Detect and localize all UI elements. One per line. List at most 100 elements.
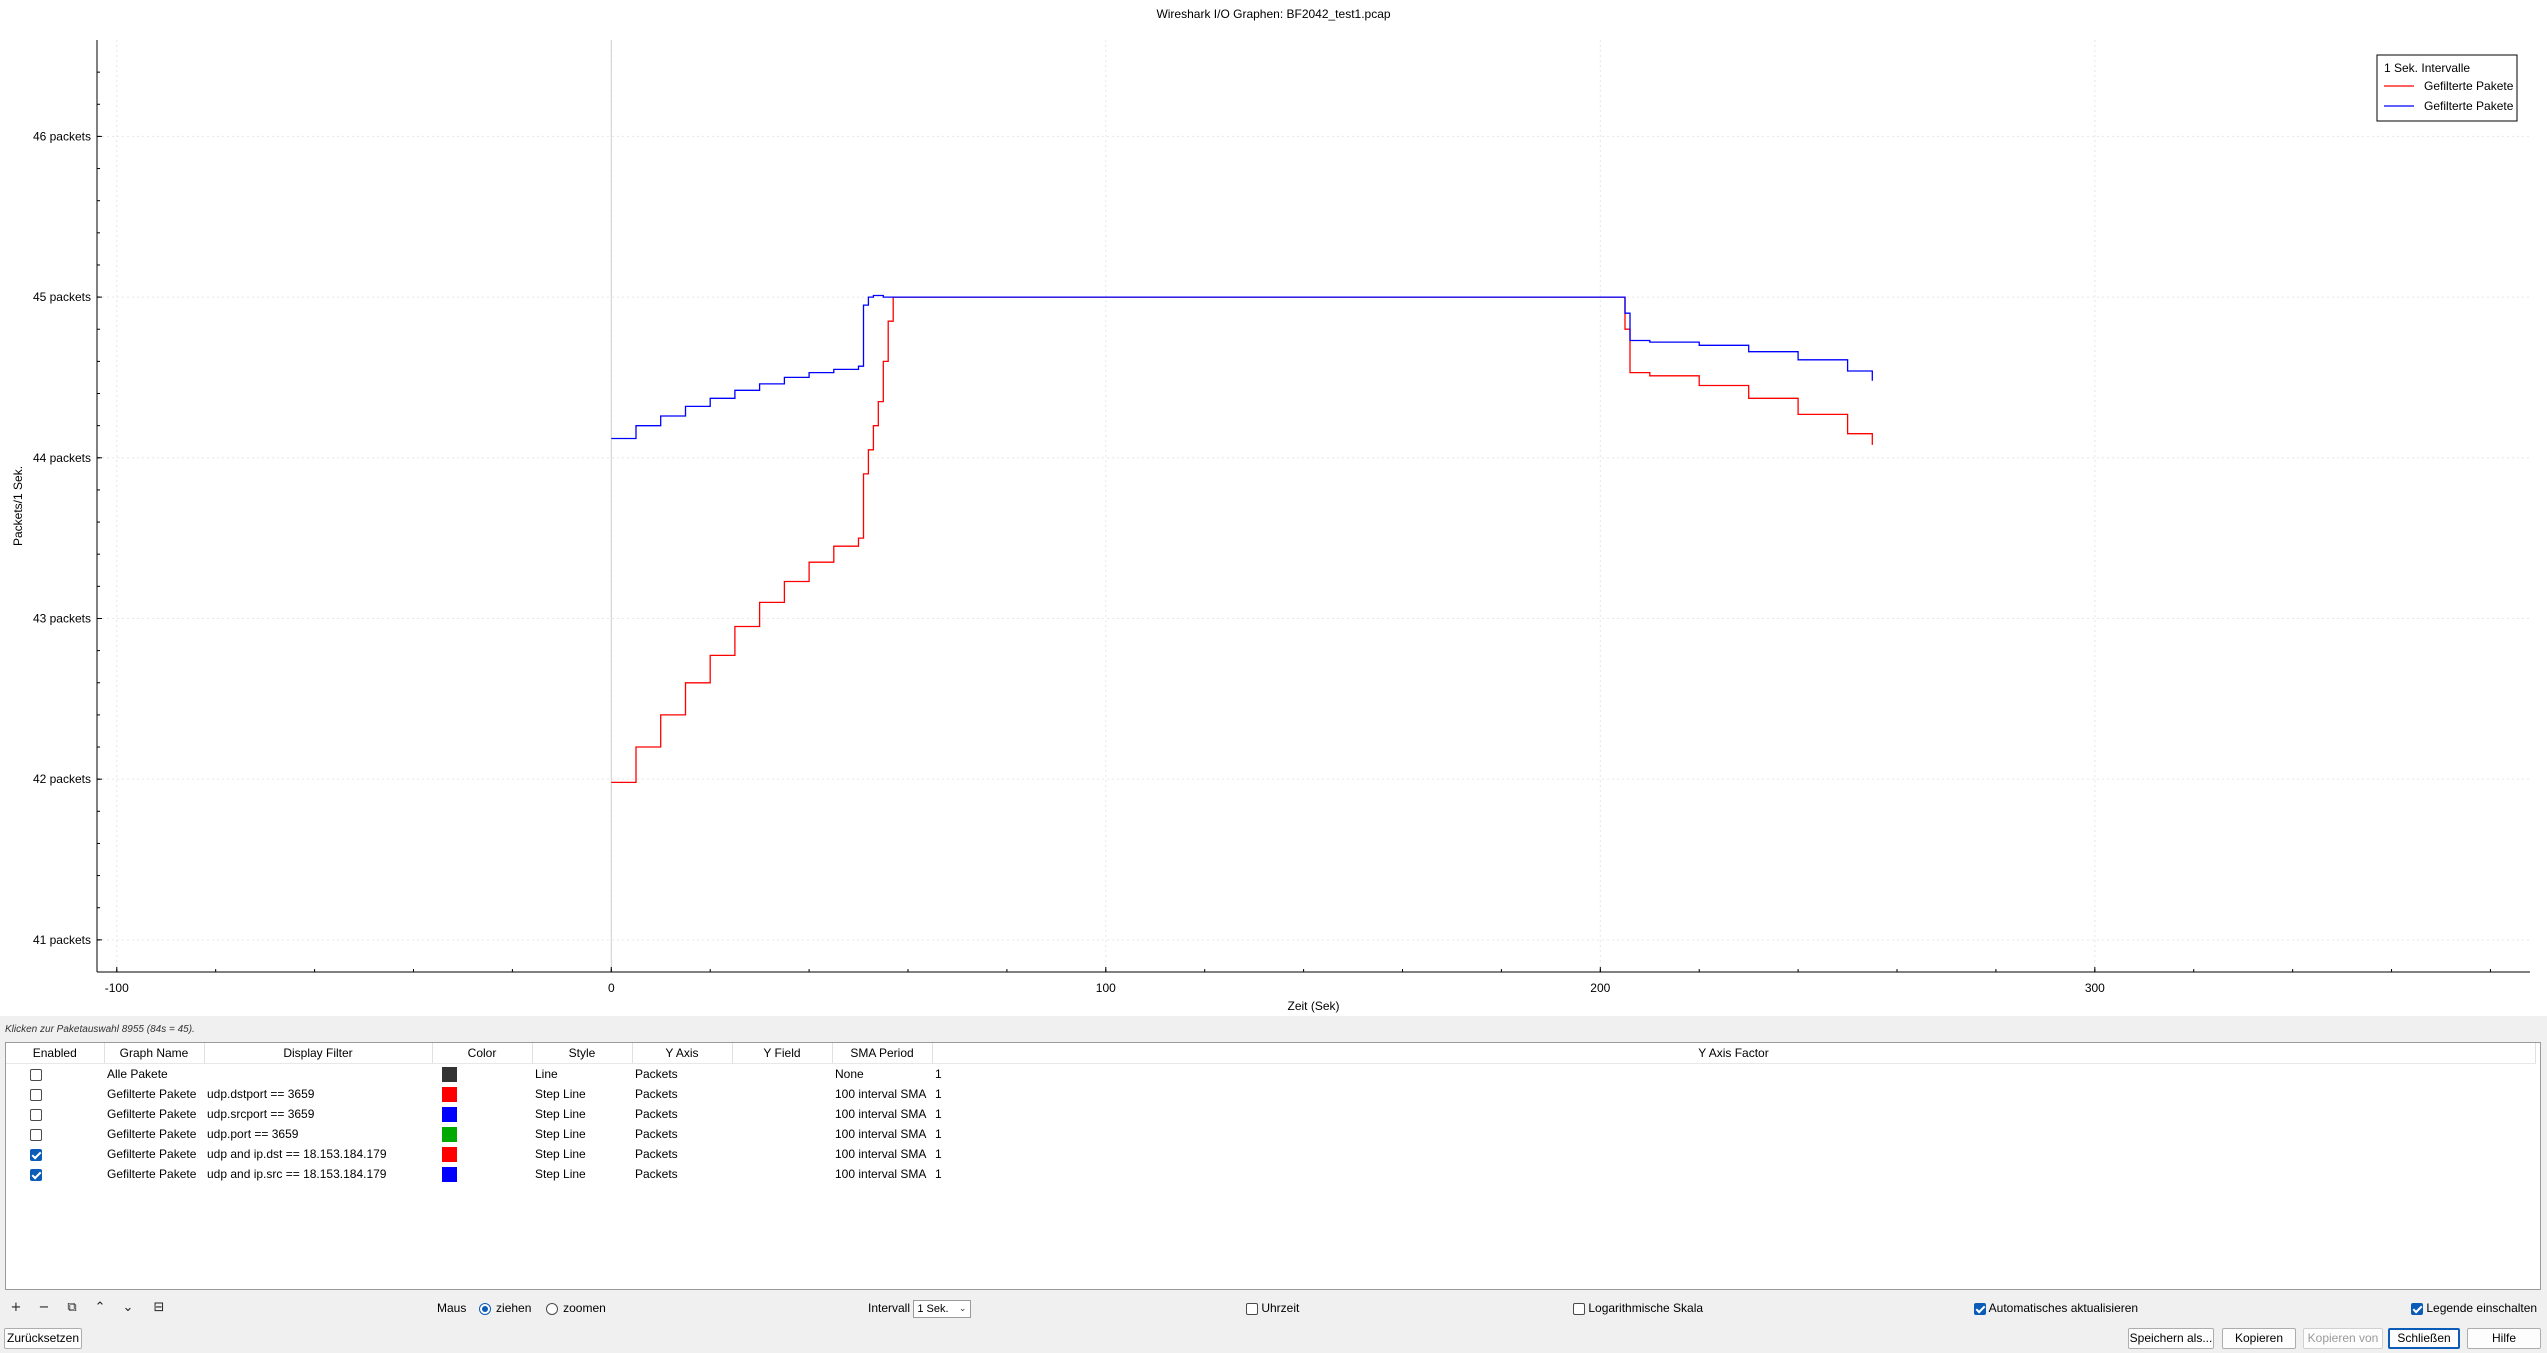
move-down-button[interactable]: ⌄ <box>117 1298 139 1318</box>
auto-update-checkbox[interactable] <box>1974 1302 1986 1315</box>
sma-period-cell[interactable]: 100 interval SMA <box>832 1164 932 1184</box>
x-tick-label: 100 <box>1096 981 1116 995</box>
save-as-button[interactable]: Speichern als... <box>2128 1328 2214 1349</box>
y-axis-cell[interactable]: Packets <box>632 1104 732 1124</box>
table-row[interactable]: Gefilterte Pakete udp.port == 3659 Step Li… <box>6 1124 2535 1144</box>
table-row[interactable]: Gefilterte Pakete udp and ip.src == 18.15… <box>6 1164 2535 1184</box>
move-up-button[interactable]: ⌃ <box>89 1298 111 1318</box>
style-cell[interactable]: Step Line <box>532 1124 632 1144</box>
y-field-cell[interactable] <box>732 1164 832 1184</box>
log-scale-checkbox[interactable] <box>1573 1302 1585 1315</box>
y-axis-cell[interactable]: Packets <box>632 1064 732 1085</box>
y-axis-cell[interactable]: Packets <box>632 1144 732 1164</box>
graph-name-cell[interactable]: Gefilterte Pakete <box>104 1124 204 1144</box>
y-axis-cell[interactable]: Packets <box>632 1124 732 1144</box>
table-row[interactable]: Gefilterte Pakete udp.srcport == 3659 Step… <box>6 1104 2535 1124</box>
sma-period-cell[interactable]: None <box>832 1064 932 1085</box>
copy-graph-button[interactable]: ⧉ <box>61 1298 83 1318</box>
enabled-checkbox[interactable] <box>30 1108 42 1121</box>
column-header-y-axis[interactable]: Y Axis <box>632 1043 733 1064</box>
table-row[interactable]: Gefilterte Pakete udp.dstport == 3659 Step… <box>6 1084 2535 1104</box>
copy-button[interactable]: Kopieren <box>2222 1328 2296 1349</box>
enabled-checkbox[interactable] <box>30 1068 42 1081</box>
y-field-cell[interactable] <box>732 1064 832 1085</box>
style-cell[interactable]: Step Line <box>532 1164 632 1184</box>
column-header-enabled[interactable]: Enabled <box>6 1043 105 1064</box>
drag-radio[interactable] <box>479 1302 492 1315</box>
y-axis-factor-cell[interactable]: 1 <box>932 1084 2535 1104</box>
legend-title: 1 Sek. Intervalle <box>2384 61 2470 75</box>
y-axis-factor-cell[interactable]: 1 <box>932 1144 2535 1164</box>
sma-period-cell[interactable]: 100 interval SMA <box>832 1124 932 1144</box>
auto-update-label: Automatisches aktualisieren <box>1988 1301 2139 1315</box>
display-filter-cell[interactable]: udp and ip.src == 18.153.184.179 <box>204 1164 432 1184</box>
display-filter-cell[interactable]: udp and ip.dst == 18.153.184.179 <box>204 1144 432 1164</box>
series-line <box>611 296 1873 784</box>
style-cell[interactable]: Step Line <box>532 1104 632 1124</box>
time-of-day-label: Uhrzeit <box>1261 1301 1300 1315</box>
legend-checkbox[interactable] <box>2411 1302 2423 1315</box>
help-button[interactable]: Hilfe <box>2467 1328 2541 1349</box>
enabled-checkbox[interactable] <box>30 1148 42 1161</box>
minus-icon: − <box>38 1300 50 1315</box>
io-graph-plot[interactable]: 41 packets 42 packets 43 packets 44 packets… <box>0 28 2547 1016</box>
y-axis-factor-cell[interactable]: 1 <box>932 1164 2535 1184</box>
table-row[interactable]: Alle Pakete Line Packets None 1 <box>6 1064 2535 1085</box>
column-header-color[interactable]: Color <box>432 1043 533 1064</box>
add-graph-button[interactable]: + <box>5 1298 27 1318</box>
x-tick-label: -100 <box>105 981 129 995</box>
io-graph-chart[interactable]: 41 packets 42 packets 43 packets 44 packets… <box>0 28 2547 1016</box>
y-axis-cell[interactable]: Packets <box>632 1084 732 1104</box>
color-swatch[interactable] <box>442 1066 457 1082</box>
remove-graph-button[interactable]: − <box>33 1298 55 1318</box>
y-axis-factor-cell[interactable]: 1 <box>932 1064 2535 1085</box>
graph-name-cell[interactable]: Gefilterte Pakete <box>104 1164 204 1184</box>
display-filter-cell[interactable]: udp.srcport == 3659 <box>204 1104 432 1124</box>
column-header-display-filter[interactable]: Display Filter <box>204 1043 433 1064</box>
column-header-graph-name[interactable]: Graph Name <box>104 1043 205 1064</box>
color-swatch[interactable] <box>442 1106 457 1122</box>
table-row[interactable]: Gefilterte Pakete udp and ip.dst == 18.15… <box>6 1144 2535 1164</box>
clear-icon: ⊟ <box>153 1300 165 1315</box>
sma-period-cell[interactable]: 100 interval SMA <box>832 1144 932 1164</box>
column-header-style[interactable]: Style <box>532 1043 633 1064</box>
display-filter-cell[interactable]: udp.port == 3659 <box>204 1124 432 1144</box>
graph-name-cell[interactable]: Gefilterte Pakete <box>104 1084 204 1104</box>
color-swatch[interactable] <box>442 1166 457 1182</box>
y-field-cell[interactable] <box>732 1124 832 1144</box>
y-field-cell[interactable] <box>732 1144 832 1164</box>
graph-name-cell[interactable]: Gefilterte Pakete <box>104 1104 204 1124</box>
display-filter-cell[interactable] <box>204 1064 432 1085</box>
enabled-checkbox[interactable] <box>30 1088 42 1101</box>
sma-period-cell[interactable]: 100 interval SMA <box>832 1084 932 1104</box>
graph-toolbar: + − ⧉ ⌃ ⌄ ⊟ Maus ziehen zoomen Intervall… <box>0 1290 2547 1326</box>
style-cell[interactable]: Step Line <box>532 1084 632 1104</box>
auto-update-group: Automatisches aktualisieren <box>1974 1299 2138 1317</box>
close-button[interactable]: Schließen <box>2388 1328 2460 1349</box>
y-axis-factor-cell[interactable]: 1 <box>932 1104 2535 1124</box>
enabled-checkbox[interactable] <box>30 1128 42 1141</box>
style-cell[interactable]: Step Line <box>532 1144 632 1164</box>
graph-name-cell[interactable]: Gefilterte Pakete <box>104 1144 204 1164</box>
y-field-cell[interactable] <box>732 1104 832 1124</box>
color-swatch[interactable] <box>442 1146 457 1162</box>
time-of-day-checkbox[interactable] <box>1246 1302 1258 1315</box>
column-header-sma-period[interactable]: SMA Period <box>832 1043 933 1064</box>
column-header-y-axis-factor[interactable]: Y Axis Factor <box>932 1043 2536 1064</box>
y-axis-cell[interactable]: Packets <box>632 1164 732 1184</box>
display-filter-cell[interactable]: udp.dstport == 3659 <box>204 1084 432 1104</box>
y-field-cell[interactable] <box>732 1084 832 1104</box>
sma-period-cell[interactable]: 100 interval SMA <box>832 1104 932 1124</box>
graph-name-cell[interactable]: Alle Pakete <box>104 1064 204 1085</box>
style-cell[interactable]: Line <box>532 1064 632 1085</box>
zoom-radio[interactable] <box>546 1302 559 1315</box>
color-swatch[interactable] <box>442 1126 457 1142</box>
column-header-y-field[interactable]: Y Field <box>732 1043 833 1064</box>
enabled-checkbox[interactable] <box>30 1168 42 1181</box>
y-axis-factor-cell[interactable]: 1 <box>932 1124 2535 1144</box>
interval-select[interactable]: 1 Sek. ⌄ <box>913 1299 972 1318</box>
clear-button[interactable]: ⊟ <box>148 1298 170 1318</box>
color-swatch[interactable] <box>442 1086 457 1102</box>
reset-button[interactable]: Zurücksetzen <box>4 1328 82 1349</box>
copy-from-button[interactable]: Kopieren von <box>2303 1328 2383 1349</box>
